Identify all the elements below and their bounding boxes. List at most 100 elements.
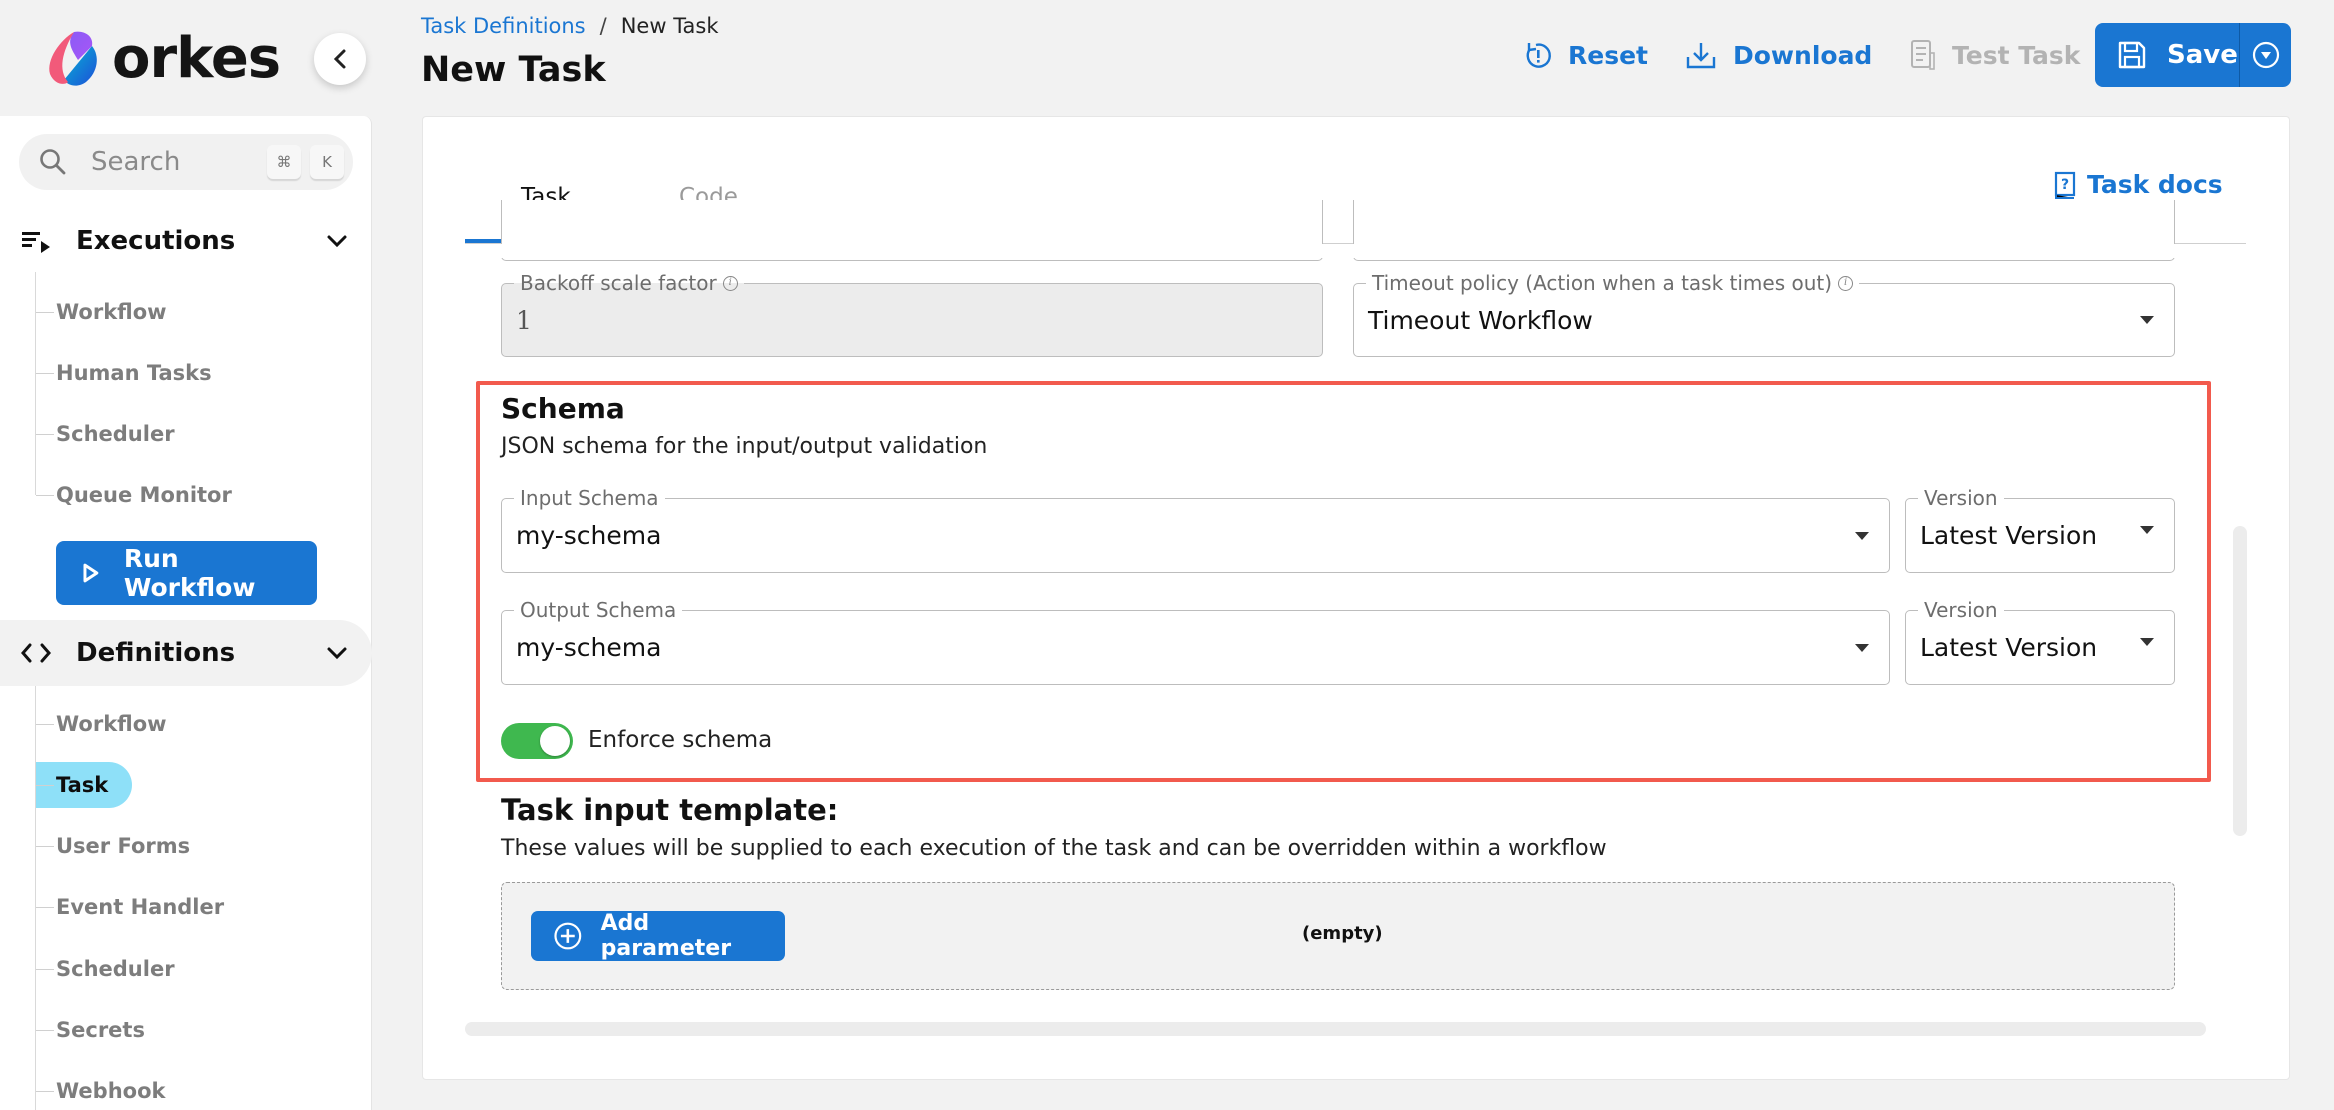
plus-circle-icon <box>554 922 582 950</box>
input-schema-value: my-schema <box>516 521 662 550</box>
sidebar-item-secrets[interactable]: Secrets <box>36 1008 145 1052</box>
breadcrumb-task-definitions[interactable]: Task Definitions <box>421 14 586 38</box>
sidebar-section-definitions[interactable]: Definitions <box>0 620 372 686</box>
sidebar-item-label: Scheduler <box>56 422 175 446</box>
add-parameter-label: Add parameter <box>600 911 732 961</box>
info-icon[interactable]: i <box>722 275 738 291</box>
output-schema-select[interactable]: Output Schema my-schema <box>501 597 1890 685</box>
output-schema-version-select[interactable]: Version Latest Version <box>1905 597 2175 685</box>
test-task-button[interactable]: Test Task <box>1910 32 2080 78</box>
chevron-left-icon <box>333 49 346 69</box>
sidebar-item-executions-workflow[interactable]: Workflow <box>36 290 167 334</box>
dropdown-circle-icon <box>2252 41 2279 69</box>
tabs-mask <box>465 244 2246 258</box>
schema-subtitle: JSON schema for the input/output validat… <box>501 434 988 459</box>
orkes-logo-icon <box>49 31 97 86</box>
sidebar-item-label: Task <box>56 773 109 797</box>
sidebar-item-webhook[interactable]: Webhook <box>36 1069 165 1110</box>
sidebar-item-label: Queue Monitor <box>56 483 232 507</box>
sidebar-item-label: Workflow <box>56 300 167 324</box>
input-schema-version-select[interactable]: Version Latest Version <box>1905 485 2175 573</box>
reset-button[interactable]: Reset <box>1524 32 1648 78</box>
sidebar-item-task[interactable]: Task <box>36 762 133 808</box>
download-label: Download <box>1733 40 1873 70</box>
definitions-label: Definitions <box>76 638 236 668</box>
sidebar-item-label: Scheduler <box>56 957 175 981</box>
collapse-sidebar-button[interactable] <box>314 33 366 85</box>
toggle-knob <box>540 726 570 756</box>
output-schema-value: my-schema <box>516 633 662 662</box>
empty-parameters-label: (empty) <box>1302 923 1383 944</box>
add-parameter-button[interactable]: Add parameter <box>531 911 785 961</box>
executions-label: Executions <box>76 226 236 256</box>
search-icon <box>40 149 66 175</box>
test-checklist-icon <box>1911 40 1935 70</box>
shortcut-k-key: K <box>310 145 344 179</box>
task-input-template-title: Task input template: <box>501 793 839 827</box>
input-version-value: Latest Version <box>1920 521 2098 550</box>
save-options-dropdown[interactable] <box>2240 23 2291 87</box>
sidebar-item-user-forms[interactable]: User Forms <box>36 824 190 868</box>
task-docs-label: Task docs <box>2087 170 2223 199</box>
run-workflow-label: Run Workflow <box>123 544 256 602</box>
info-icon[interactable]: i <box>1838 275 1854 291</box>
brand-name: orkes <box>112 26 281 91</box>
horizontal-scrollbar[interactable] <box>465 1022 2206 1036</box>
page-title: New Task <box>421 50 606 90</box>
play-icon <box>83 563 99 583</box>
schema-title: Schema <box>501 392 625 425</box>
dropdown-caret-icon <box>2140 316 2154 324</box>
download-icon <box>1686 43 1716 69</box>
sidebar-item-queue-monitor[interactable]: Queue Monitor <box>36 473 232 517</box>
task-input-template-description: These values will be supplied to each ex… <box>501 836 1607 861</box>
enforce-schema-label: Enforce schema <box>588 727 773 753</box>
test-task-label: Test Task <box>1952 40 2081 70</box>
download-button[interactable]: Download <box>1685 32 1872 78</box>
sidebar-item-label: Secrets <box>56 1018 145 1042</box>
save-floppy-icon <box>2118 41 2146 69</box>
timeout-policy-select[interactable]: Timeout policy (Action when a task times… <box>1353 270 2175 357</box>
help-book-icon: ? <box>2054 171 2076 199</box>
breadcrumb-current: New Task <box>620 14 719 38</box>
sidebar-item-label: User Forms <box>56 834 191 858</box>
chevron-down-icon <box>327 647 347 660</box>
input-schema-select[interactable]: Input Schema my-schema <box>501 485 1890 573</box>
sidebar-item-executions-scheduler[interactable]: Scheduler <box>36 412 175 456</box>
orkes-logo[interactable]: orkes <box>44 26 281 92</box>
svg-text:?: ? <box>2061 177 2069 193</box>
search-input[interactable]: Search ⌘ K <box>19 134 353 190</box>
save-button-group: Save <box>2095 23 2291 87</box>
backoff-scale-factor-value: 1 <box>516 305 532 335</box>
save-button[interactable]: Save <box>2095 23 2240 87</box>
save-label: Save <box>2167 40 2238 70</box>
reset-label: Reset <box>1568 40 1648 70</box>
vertical-scrollbar[interactable] <box>2233 526 2247 836</box>
breadcrumb: Task Definitions / New Task <box>421 14 719 38</box>
output-version-value: Latest Version <box>1920 633 2098 662</box>
sidebar-item-label: Human Tasks <box>56 361 212 385</box>
backoff-scale-factor-field[interactable]: Backoff scale factor i 1 <box>501 270 1323 357</box>
backoff-scale-factor-label: Backoff scale factor i <box>514 270 744 296</box>
sidebar-item-label: Workflow <box>56 712 167 736</box>
chevron-down-icon <box>327 235 347 248</box>
sidebar-item-definitions-scheduler[interactable]: Scheduler <box>36 947 175 991</box>
code-icon <box>21 643 51 663</box>
reset-icon <box>1526 43 1551 68</box>
dropdown-caret-icon <box>2140 525 2154 534</box>
dropdown-caret-icon <box>1855 531 1869 540</box>
sidebar-item-event-handler[interactable]: Event Handler <box>36 885 224 929</box>
shortcut-cmd-key: ⌘ <box>267 145 301 179</box>
dropdown-caret-icon <box>2140 637 2154 646</box>
timeout-policy-value: Timeout Workflow <box>1368 305 1593 335</box>
sidebar-item-definitions-workflow[interactable]: Workflow <box>36 702 167 746</box>
run-workflow-button[interactable]: Run Workflow <box>56 541 317 605</box>
sidebar-item-human-tasks[interactable]: Human Tasks <box>36 351 212 395</box>
search-placeholder: Search <box>91 147 181 177</box>
sidebar-section-executions[interactable]: Executions <box>0 208 372 274</box>
enforce-schema-toggle[interactable] <box>501 723 573 759</box>
breadcrumb-separator: / <box>599 14 607 38</box>
dropdown-caret-icon <box>1855 643 1869 652</box>
sidebar-item-label: Event Handler <box>56 895 225 919</box>
task-docs-link[interactable]: ? Task docs <box>2053 170 2223 199</box>
sidebar-item-label: Webhook <box>56 1079 166 1103</box>
